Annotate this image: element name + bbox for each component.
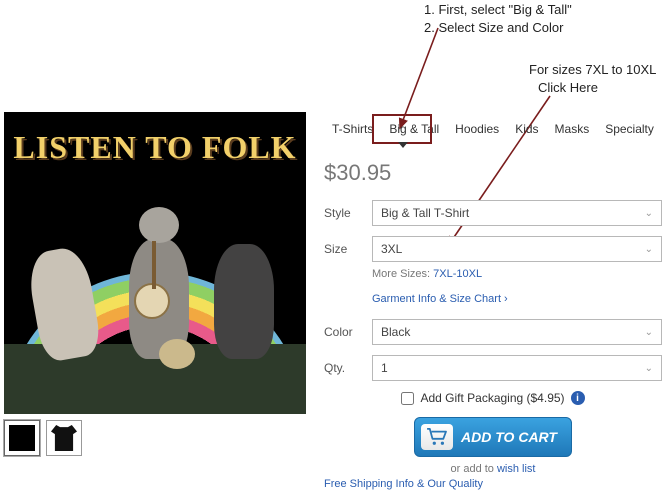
wishlist-link[interactable]: wish list bbox=[497, 463, 536, 475]
shipping-info-link[interactable]: Free Shipping Info & Our Quality bbox=[324, 478, 483, 490]
tab-specialty[interactable]: Specialty bbox=[597, 116, 662, 142]
more-sizes: More Sizes: 7XL-10XL bbox=[372, 268, 662, 280]
tab-kids[interactable]: Kids bbox=[507, 116, 546, 142]
chevron-down-icon: ⌄ bbox=[645, 327, 653, 338]
qty-label: Qty. bbox=[324, 361, 372, 375]
more-sizes-link[interactable]: 7XL-10XL bbox=[433, 268, 482, 280]
color-label: Color bbox=[324, 325, 372, 339]
size-select[interactable]: 3XL ⌄ bbox=[372, 236, 662, 262]
tab-hoodies[interactable]: Hoodies bbox=[447, 116, 507, 142]
garment-info-link[interactable]: Garment Info & Size Chart › bbox=[372, 293, 508, 305]
tab-masks[interactable]: Masks bbox=[547, 116, 598, 142]
annotation-extra2: Click Here bbox=[538, 80, 598, 95]
size-label: Size bbox=[324, 242, 372, 256]
tab-bags[interactable]: Bags bbox=[662, 116, 670, 142]
gift-label: Add Gift Packaging ($4.95) bbox=[420, 391, 564, 405]
chevron-down-icon: ⌄ bbox=[645, 244, 653, 255]
price: $30.95 bbox=[324, 160, 662, 186]
more-sizes-label: More Sizes: bbox=[372, 268, 430, 280]
annotation-step2: 2. Select Size and Color bbox=[424, 20, 563, 35]
cart-icon bbox=[421, 424, 453, 450]
color-select[interactable]: Black ⌄ bbox=[372, 319, 662, 345]
chevron-down-icon: ⌄ bbox=[645, 363, 653, 374]
artwork-title: LISTEN TO FOLK bbox=[4, 132, 306, 162]
style-label: Style bbox=[324, 206, 372, 220]
qty-value: 1 bbox=[381, 361, 388, 375]
size-value: 3XL bbox=[381, 242, 402, 256]
product-image[interactable]: LISTEN TO FOLK bbox=[4, 112, 306, 414]
artwork-band bbox=[4, 219, 306, 359]
add-to-cart-button[interactable]: ADD TO CART bbox=[414, 417, 572, 457]
tab-tshirts[interactable]: T-Shirts bbox=[324, 116, 381, 142]
tab-big-tall[interactable]: Big & Tall bbox=[381, 116, 447, 142]
gift-checkbox[interactable] bbox=[401, 392, 414, 405]
add-to-cart-label: ADD TO CART bbox=[461, 429, 557, 445]
qty-select[interactable]: 1 ⌄ bbox=[372, 355, 662, 381]
thumbnail-strip bbox=[4, 420, 82, 456]
wishlist-line: or add to wish list bbox=[324, 463, 662, 475]
category-tabs: T-Shirts Big & Tall Hoodies Kids Masks S… bbox=[324, 116, 662, 142]
style-value: Big & Tall T-Shirt bbox=[381, 206, 469, 220]
chevron-down-icon: ⌄ bbox=[645, 208, 653, 219]
thumbnail-1[interactable] bbox=[4, 420, 40, 456]
annotation-extra1: For sizes 7XL to 10XL bbox=[529, 62, 656, 77]
style-select[interactable]: Big & Tall T-Shirt ⌄ bbox=[372, 200, 662, 226]
tab-indicator-icon bbox=[398, 142, 408, 148]
color-value: Black bbox=[381, 325, 410, 339]
annotation-step1: 1. First, select "Big & Tall" bbox=[424, 2, 572, 17]
info-icon[interactable]: i bbox=[571, 391, 585, 405]
thumbnail-2[interactable] bbox=[46, 420, 82, 456]
